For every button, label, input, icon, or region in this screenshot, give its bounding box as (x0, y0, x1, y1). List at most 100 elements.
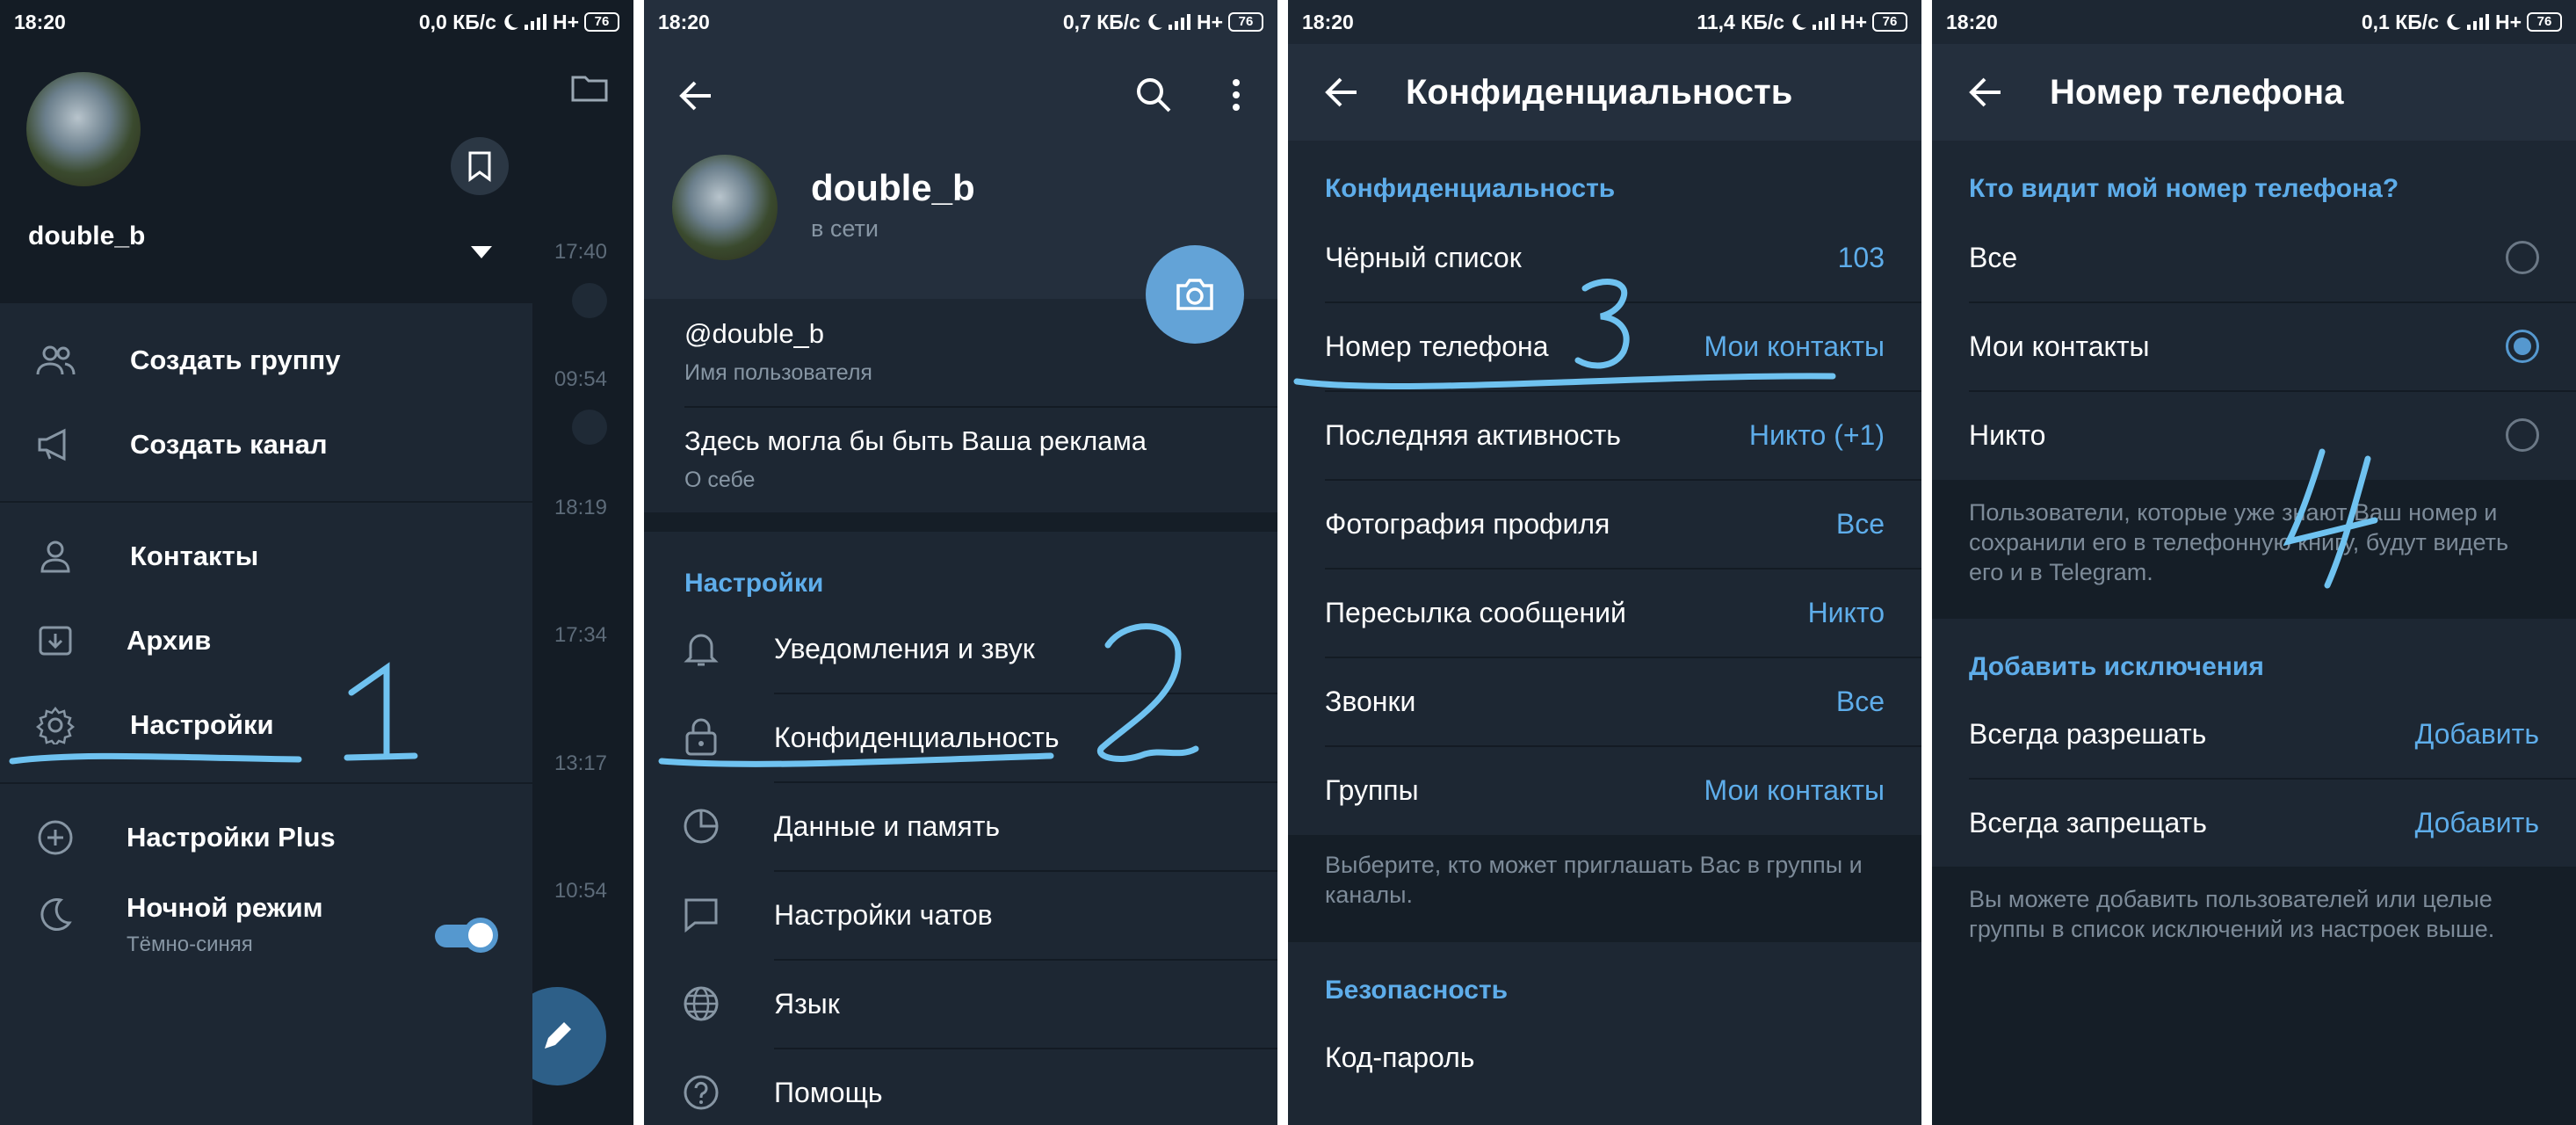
help-icon (679, 1071, 723, 1114)
set-photo-button[interactable] (1146, 245, 1244, 344)
status-icons: 0,1 КБ/с H+ 76 (2362, 11, 2562, 34)
search-icon[interactable] (1134, 76, 1173, 114)
divider (0, 782, 532, 784)
status-bar: 18:20 0,1 КБ/с H+ 76 (1932, 0, 2576, 44)
privacy-row-profile-photo[interactable]: Фотография профиля Все (1288, 480, 1921, 568)
settings-item-chats[interactable]: Настройки чатов (644, 871, 1277, 959)
menu-create-group[interactable]: Создать группу (0, 318, 532, 403)
radio-button-selected[interactable] (2506, 330, 2539, 363)
menu-create-channel[interactable]: Создать канал (0, 403, 532, 487)
screen-drawer: 17:40 09:54 18:19 17:34 13:17 10:54 doub… (0, 0, 633, 1125)
row-label: Последняя активность (1325, 418, 1621, 451)
settings-label: Язык (774, 987, 840, 1020)
chat-time: 17:40 (554, 240, 607, 264)
moon-icon (33, 892, 77, 936)
row-value: Все (1835, 507, 1885, 540)
privacy-row-calls[interactable]: Звонки Все (1288, 657, 1921, 745)
chevron-down-icon[interactable] (471, 246, 492, 258)
privacy-row-forwards[interactable]: Пересылка сообщений Никто (1288, 569, 1921, 657)
bookmark-icon (468, 151, 491, 182)
settings-item-help[interactable]: Помощь (644, 1049, 1277, 1125)
menu-settings-plus[interactable]: Настройки Plus (0, 795, 532, 880)
settings-item-privacy[interactable]: Конфиденциальность (644, 693, 1277, 781)
moon-icon (504, 13, 518, 30)
profile-name: double_b (811, 167, 975, 208)
group-icon (33, 338, 77, 382)
chat-time: 13:17 (554, 751, 607, 775)
row-value: Никто (1807, 596, 1885, 628)
privacy-row-groups[interactable]: Группы Мои контакты (1288, 746, 1921, 834)
add-link[interactable]: Добавить (2415, 807, 2539, 839)
network-type: H+ (552, 10, 579, 33)
menu-label: Создать канал (130, 429, 328, 460)
pin-icon (572, 283, 607, 318)
battery-icon: 76 (2527, 12, 2562, 32)
settings-item-notifications[interactable]: Уведомления и звук (644, 605, 1277, 693)
signal-icon (524, 14, 546, 30)
saved-messages-button[interactable] (451, 137, 509, 195)
signal-icon (2466, 14, 2489, 30)
more-options-icon[interactable] (1227, 76, 1245, 114)
pie-chart-icon (679, 804, 723, 848)
row-label: Группы (1325, 773, 1419, 806)
status-icons: 11,4 КБ/с H+ 76 (1697, 11, 1907, 34)
add-link[interactable]: Добавить (2415, 718, 2539, 751)
drawer-header: double_b (0, 0, 532, 303)
bio-row[interactable]: Здесь могла бы быть Ваша реклама О себе (684, 425, 1147, 493)
divider (0, 501, 532, 503)
status-indicators: H+ 76 (1147, 11, 1263, 34)
option-everybody[interactable]: Все (1932, 214, 2576, 301)
signal-icon (1812, 14, 1834, 30)
divider (684, 406, 1277, 408)
menu-label: Создать группу (130, 345, 341, 375)
row-label: Чёрный список (1325, 241, 1522, 273)
settings-item-language[interactable]: Язык (644, 960, 1277, 1048)
radio-button[interactable] (2506, 241, 2539, 274)
radio-button[interactable] (2506, 418, 2539, 452)
username-value: @double_b (684, 318, 825, 349)
chat-time: 18:19 (554, 496, 607, 519)
page-title: Конфиденциальность (1406, 72, 1793, 112)
exception-never-allow[interactable]: Всегда запрещать Добавить (1932, 779, 2576, 867)
privacy-row-blocked[interactable]: Чёрный список 103 (1288, 214, 1921, 301)
account-name: double_b (28, 221, 146, 250)
camera-icon (1176, 279, 1213, 310)
privacy-row-phone[interactable]: Номер телефона Мои контакты (1288, 302, 1921, 390)
option-label: Все (1969, 241, 2018, 273)
status-indicators: H+ 76 (2446, 11, 2562, 34)
status-bar: 18:20 0,7 КБ/с H+ 76 (644, 0, 1277, 44)
exception-always-allow[interactable]: Всегда разрешать Добавить (1932, 690, 2576, 778)
row-value: Никто (+1) (1748, 418, 1885, 451)
night-mode-toggle[interactable] (435, 918, 498, 953)
settings-label: Настройки чатов (774, 898, 993, 931)
back-arrow-icon[interactable] (1965, 72, 2006, 112)
settings-item-data[interactable]: Данные и память (644, 782, 1277, 870)
option-my-contacts[interactable]: Мои контакты (1932, 302, 2576, 390)
page-title: Номер телефона (2050, 72, 2344, 112)
privacy-row-last-seen[interactable]: Последняя активность Никто (+1) (1288, 391, 1921, 479)
moon-icon (1792, 13, 1806, 30)
option-nobody[interactable]: Никто (1932, 391, 2576, 479)
option-label: Никто (1969, 418, 2046, 451)
menu-label: Настройки Plus (127, 822, 336, 853)
status-indicators: H+ 76 (503, 11, 619, 34)
menu-archive[interactable]: Архив (0, 599, 532, 683)
back-arrow-icon[interactable] (676, 76, 716, 116)
battery-icon: 76 (584, 12, 619, 32)
menu-settings[interactable]: Настройки (0, 683, 532, 767)
screen-profile-settings: double_b в сети @double_b Имя пользовате… (644, 0, 1277, 1125)
menu-contacts[interactable]: Контакты (0, 514, 532, 599)
settings-section-title: Настройки (684, 569, 824, 598)
back-arrow-icon[interactable] (1321, 72, 1362, 112)
settings-label: Помощь (774, 1076, 883, 1108)
security-row-passcode[interactable]: Код-пароль (1288, 1013, 1921, 1101)
avatar[interactable] (26, 72, 141, 186)
username-row[interactable]: @double_b Имя пользователя (684, 318, 872, 386)
status-speed: 0,0 КБ/с (418, 10, 496, 33)
globe-icon (679, 982, 723, 1026)
status-time: 18:20 (1946, 10, 1998, 33)
row-value: Мои контакты (1704, 330, 1885, 362)
avatar[interactable] (672, 155, 778, 260)
row-label: Номер телефона (1325, 330, 1549, 362)
folder-icon[interactable] (570, 72, 609, 104)
